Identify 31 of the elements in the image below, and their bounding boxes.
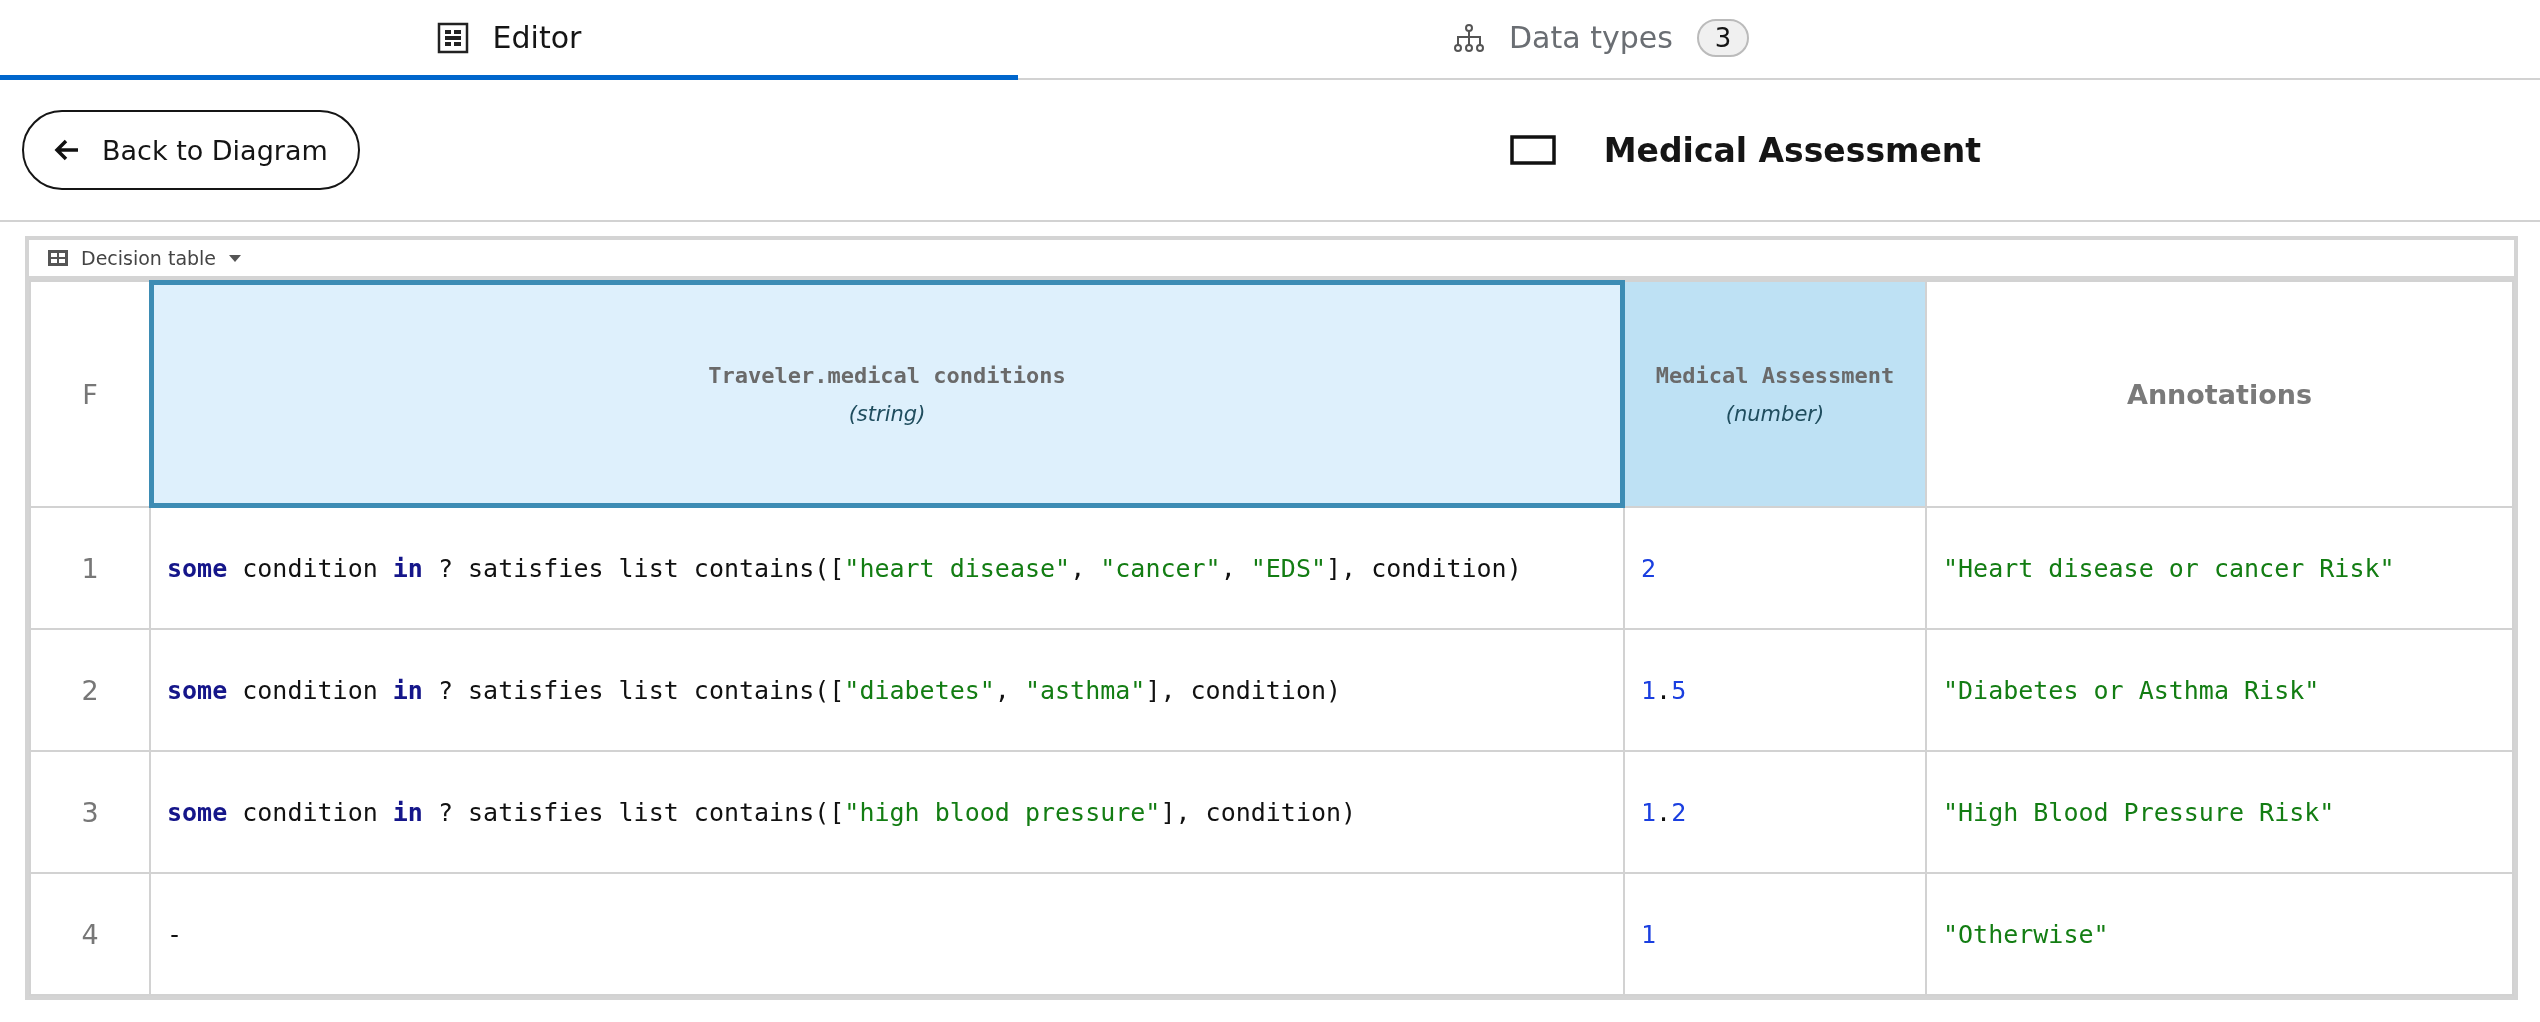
table-cell[interactable]: 2 (1624, 507, 1926, 629)
hierarchy-icon (1453, 21, 1485, 54)
table-cell[interactable]: "Otherwise" (1926, 873, 2513, 995)
table-icon (47, 249, 69, 267)
row-number: 2 (30, 629, 150, 751)
back-button[interactable]: Back to Diagram (22, 110, 360, 190)
rectangle-icon (1509, 135, 1556, 165)
table-cell[interactable]: 1 (1624, 873, 1926, 995)
table-cell[interactable]: 1.5 (1624, 629, 1926, 751)
row-number: 4 (30, 873, 150, 995)
page-title: Medical Assessment (1603, 130, 1982, 170)
arrow-left-icon (54, 138, 80, 162)
grid-form-icon (436, 21, 469, 54)
table-cell[interactable]: "Diabetes or Asthma Risk" (1926, 629, 2513, 751)
table-cell[interactable]: some condition in ? satisfies list contains(["diabetes", "asthma"], condition) (150, 629, 1624, 751)
column-header[interactable]: Traveler.medical conditions (string) (150, 281, 1624, 507)
table-cell[interactable]: some condition in ? satisfies list contains(["heart disease", "cancer", "EDS"], condition) (150, 507, 1624, 629)
table-cell[interactable]: some condition in ? satisfies list contains(["high blood pressure"], condition) (150, 751, 1624, 873)
table-cell[interactable]: "Heart disease or cancer Risk" (1926, 507, 2513, 629)
table-cell[interactable]: - (150, 873, 1624, 995)
row-number: 3 (30, 751, 150, 873)
tab[interactable]: Data types 3 (1018, 0, 2540, 80)
column-header[interactable]: Medical Assessment (number) (1624, 281, 1926, 507)
caret-icon (228, 253, 243, 263)
row-number: 1 (30, 507, 150, 629)
column-header[interactable]: Annotations (1926, 281, 2513, 507)
decision-table-dropdown[interactable]: Decision table (47, 247, 243, 269)
table-cell[interactable]: "High Blood Pressure Risk" (1926, 751, 2513, 873)
tab[interactable]: Editor (0, 0, 1018, 80)
table-cell[interactable]: 1.2 (1624, 751, 1926, 873)
count-badge: 3 (1696, 18, 1750, 57)
